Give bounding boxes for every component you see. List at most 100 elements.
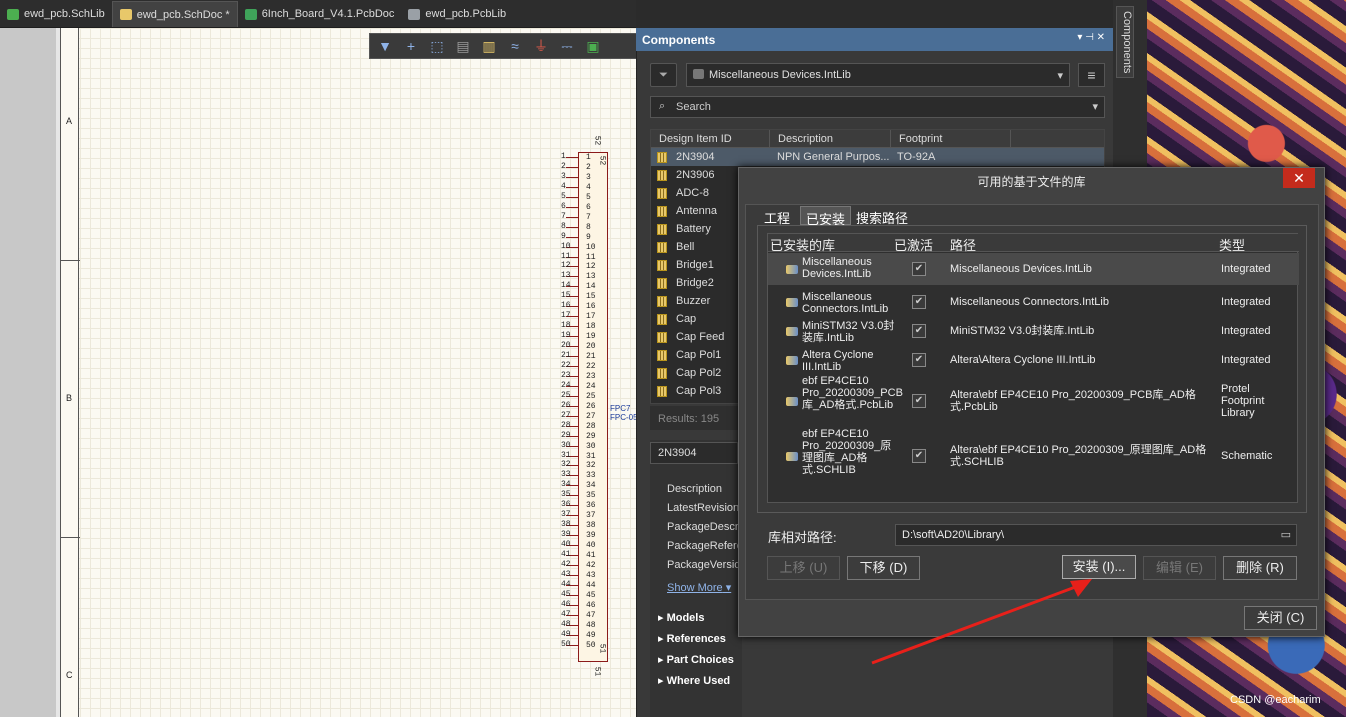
- cell-description: NPN General Purpos...: [777, 151, 890, 163]
- watermark: CSDN @eacharim: [1230, 694, 1321, 706]
- pin-name: 17: [586, 312, 596, 322]
- section-references[interactable]: ▸ References: [658, 632, 726, 645]
- library-select[interactable]: Miscellaneous Devices.IntLib ▾: [686, 63, 1070, 87]
- ground-icon[interactable]: ⏚: [532, 37, 550, 55]
- active-checkbox[interactable]: ✔: [912, 262, 926, 276]
- pin-number: 2: [561, 161, 566, 171]
- select-area-icon[interactable]: ⬚: [428, 37, 446, 55]
- tab-schlib[interactable]: ewd_pcb.SchLib: [0, 1, 112, 27]
- crosshair-icon[interactable]: +: [402, 37, 420, 55]
- pin-name: 38: [586, 521, 596, 531]
- pin-name: 31: [586, 451, 596, 461]
- component-row[interactable]: 2N3904 NPN General Purpos... TO-92A: [651, 148, 1104, 166]
- library-name: ebf EP4CE10 Pro_20200309_PCB库_AD格式.PcbLi…: [802, 375, 903, 411]
- pin-number: 3: [561, 171, 566, 181]
- bus-icon[interactable]: ≈: [506, 37, 524, 55]
- column-footprint[interactable]: Footprint: [891, 130, 1011, 147]
- delete-button[interactable]: 删除 (R): [1223, 556, 1297, 580]
- pcbdoc-icon: [244, 8, 257, 20]
- column-active[interactable]: 已激活: [894, 235, 933, 254]
- search-input[interactable]: ⌕ Search ▾: [650, 96, 1105, 118]
- schematic-grid[interactable]: [60, 28, 636, 717]
- tab-schdoc[interactable]: ewd_pcb.SchDoc *: [111, 1, 238, 27]
- column-installed-lib[interactable]: 已安装的库: [770, 235, 835, 254]
- library-type: Integrated: [1221, 325, 1271, 337]
- component-icon: [657, 169, 667, 181]
- active-checkbox[interactable]: ✔: [912, 353, 926, 367]
- library-file-icon: [786, 397, 798, 406]
- close-button[interactable]: 关闭 (C): [1244, 606, 1317, 630]
- close-icon[interactable]: ✕: [1283, 168, 1315, 188]
- filter-icon[interactable]: ▼: [376, 37, 394, 55]
- pin-name: 7: [586, 212, 591, 222]
- tab-project[interactable]: 工程: [759, 206, 795, 226]
- pin-number: 31: [561, 450, 571, 460]
- net-label-icon[interactable]: ⎓: [558, 37, 576, 55]
- library-file-icon: [786, 356, 798, 365]
- pin-name: 12: [586, 262, 596, 272]
- arrow-line: [871, 581, 1087, 665]
- pin-number: 28: [561, 420, 571, 430]
- column-type[interactable]: 类型: [1219, 235, 1245, 254]
- panel-controls[interactable]: ▾ ⊣ ✕: [1077, 32, 1105, 43]
- component-icon: [657, 313, 667, 325]
- pin-line: [566, 206, 578, 208]
- pin-name: 41: [586, 551, 596, 560]
- active-checkbox[interactable]: ✔: [912, 324, 926, 338]
- detail-label: PackageVersio: [667, 559, 741, 571]
- pin-number: 20: [561, 341, 571, 351]
- library-row[interactable]: ebf EP4CE10 Pro_20200309_原理图库_AD格式.SCHLI…: [768, 428, 1299, 484]
- component-icon: [657, 259, 667, 271]
- detail-label: PackageRefere: [667, 540, 743, 552]
- pin-name: 1: [586, 153, 591, 162]
- library-row[interactable]: MiniSTM32 V3.0封装库.IntLib ✔ MiniSTM32 V3.0封…: [768, 317, 1299, 345]
- cell-footprint: TO-92A: [897, 151, 936, 163]
- library-row[interactable]: ebf EP4CE10 Pro_20200309_PCB库_AD格式.PcbLi…: [768, 375, 1299, 427]
- library-row[interactable]: Altera Cyclone III.IntLib ✔ Altera\Altera …: [768, 346, 1299, 374]
- pin-number: 45: [561, 589, 571, 599]
- detail-label: PackageDescr: [667, 521, 739, 533]
- section-models[interactable]: ▸ Models: [658, 611, 704, 624]
- component-icon[interactable]: ▣: [584, 37, 602, 55]
- component-icon: [657, 277, 667, 289]
- tab-pcbdoc[interactable]: 6Inch_Board_V4.1.PcbDoc: [238, 1, 402, 27]
- pin-label: 52: [592, 135, 602, 146]
- library-row[interactable]: Miscellaneous Connectors.IntLib ✔ Miscella…: [768, 288, 1299, 316]
- tab-pcblib[interactable]: ewd_pcb.PcbLib: [401, 1, 513, 27]
- zone-label-a: A: [66, 116, 73, 126]
- folder-icon[interactable]: ▭: [1281, 528, 1291, 541]
- pin-name: 19: [586, 332, 596, 342]
- part-icon[interactable]: ▥: [480, 37, 498, 55]
- section-where-used[interactable]: ▸ Where Used: [658, 674, 730, 687]
- pin-number: 25: [561, 390, 571, 400]
- column-path[interactable]: 路径: [950, 235, 976, 254]
- edit-button[interactable]: 编辑 (E): [1143, 556, 1216, 580]
- pin-name: 3: [586, 172, 591, 182]
- active-checkbox[interactable]: ✔: [912, 295, 926, 309]
- show-more-link[interactable]: Show More ▾: [667, 581, 731, 594]
- filter-button[interactable]: ⏷: [650, 63, 677, 87]
- library-name: MiniSTM32 V3.0封装库.IntLib: [802, 320, 895, 344]
- relative-path-field[interactable]: D:\soft\AD20\Library\ ▭: [895, 524, 1297, 546]
- pin-number: 23: [561, 370, 571, 380]
- section-part-choices[interactable]: ▸ Part Choices: [658, 653, 734, 666]
- pin-name: 35: [586, 491, 596, 501]
- pin-name: 24: [586, 381, 596, 391]
- pin-number: 44: [561, 579, 571, 589]
- align-icon[interactable]: ▤: [454, 37, 472, 55]
- column-description[interactable]: Description: [770, 130, 891, 147]
- column-design-item-id[interactable]: Design Item ID: [651, 130, 770, 147]
- library-file-icon: [786, 265, 798, 274]
- pin-label: 51: [592, 666, 602, 677]
- library-type: Integrated: [1221, 354, 1271, 366]
- pin-number: 13: [561, 271, 571, 281]
- library-row[interactable]: Miscellaneous Devices.IntLib ✔ Miscellaneo…: [768, 253, 1299, 285]
- active-checkbox[interactable]: ✔: [912, 394, 926, 408]
- pin-number: 43: [561, 569, 571, 579]
- active-checkbox[interactable]: ✔: [912, 449, 926, 463]
- tab-search-path[interactable]: 搜索路径: [851, 206, 913, 226]
- menu-button[interactable]: ≡: [1078, 63, 1105, 87]
- components-side-tab[interactable]: Components: [1116, 6, 1134, 78]
- move-up-button[interactable]: 上移 (U): [767, 556, 840, 580]
- tab-installed[interactable]: 已安装: [800, 206, 852, 227]
